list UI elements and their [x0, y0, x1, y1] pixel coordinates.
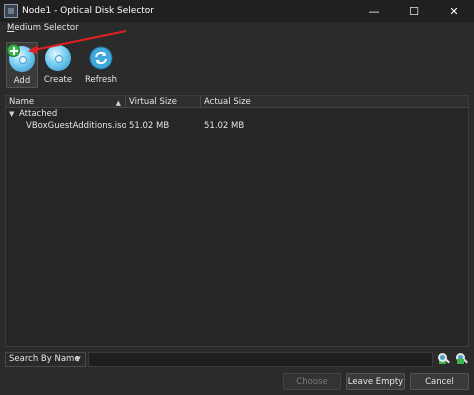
create-label: Create	[43, 75, 73, 85]
sort-ascending-icon: ▲	[115, 99, 121, 107]
refresh-label: Refresh	[84, 75, 118, 85]
group-label: Attached	[19, 109, 58, 119]
search-bar: Search By Name ▼	[5, 351, 469, 367]
cell-virtual-size: 51.02 MB	[129, 121, 170, 131]
refresh-button[interactable]: Refresh	[80, 42, 122, 88]
table-header: Name ▲ Virtual Size Actual Size	[6, 96, 468, 108]
close-button[interactable]: ✕	[434, 0, 474, 22]
group-row-attached[interactable]: ▼ Attached	[6, 108, 468, 120]
search-next-icon[interactable]	[455, 352, 469, 366]
maximize-button[interactable]: ☐	[394, 0, 434, 22]
arrow-right-icon	[457, 359, 464, 364]
medium-selector-menu[interactable]: Medium Selector	[7, 23, 79, 33]
choose-button[interactable]: Choose	[283, 373, 341, 390]
toolbar: Add Create Refresh	[6, 42, 122, 88]
cell-actual-size: 51.02 MB	[204, 121, 245, 131]
minimize-button[interactable]: —	[354, 0, 394, 22]
cell-name: VBoxGuestAdditions.iso	[26, 121, 126, 131]
column-header-name[interactable]: Name ▲	[6, 96, 126, 108]
search-mode-label: Search By Name	[9, 354, 80, 364]
search-previous-icon[interactable]	[437, 352, 451, 366]
title-bar: Node1 - Optical Disk Selector — ☐ ✕	[0, 0, 474, 22]
add-button[interactable]: Add	[6, 42, 38, 88]
plus-icon	[7, 44, 20, 57]
window-controls: — ☐ ✕	[354, 0, 474, 22]
add-label: Add	[13, 76, 31, 86]
column-header-actual-size[interactable]: Actual Size	[201, 96, 321, 108]
column-header-virtual-size[interactable]: Virtual Size	[126, 96, 201, 108]
create-disk-icon	[45, 45, 71, 71]
cancel-button[interactable]: Cancel	[410, 373, 469, 390]
search-input[interactable]	[88, 351, 433, 367]
leave-empty-button[interactable]: Leave Empty	[346, 373, 405, 390]
window-title: Node1 - Optical Disk Selector	[22, 6, 154, 16]
menu-label-text: edium Selector	[14, 23, 79, 33]
table-row[interactable]: VBoxGuestAdditions.iso 51.02 MB 51.02 MB	[6, 120, 468, 132]
refresh-icon	[89, 46, 113, 70]
add-disk-icon	[7, 44, 35, 72]
search-mode-select[interactable]: Search By Name ▼	[5, 351, 86, 367]
chevron-down-icon[interactable]: ▼	[9, 108, 19, 120]
app-icon	[4, 4, 18, 18]
chevron-down-icon: ▼	[75, 355, 81, 363]
create-button[interactable]: Create	[42, 42, 74, 88]
medium-table: Name ▲ Virtual Size Actual Size ▼ Attache…	[5, 95, 469, 347]
